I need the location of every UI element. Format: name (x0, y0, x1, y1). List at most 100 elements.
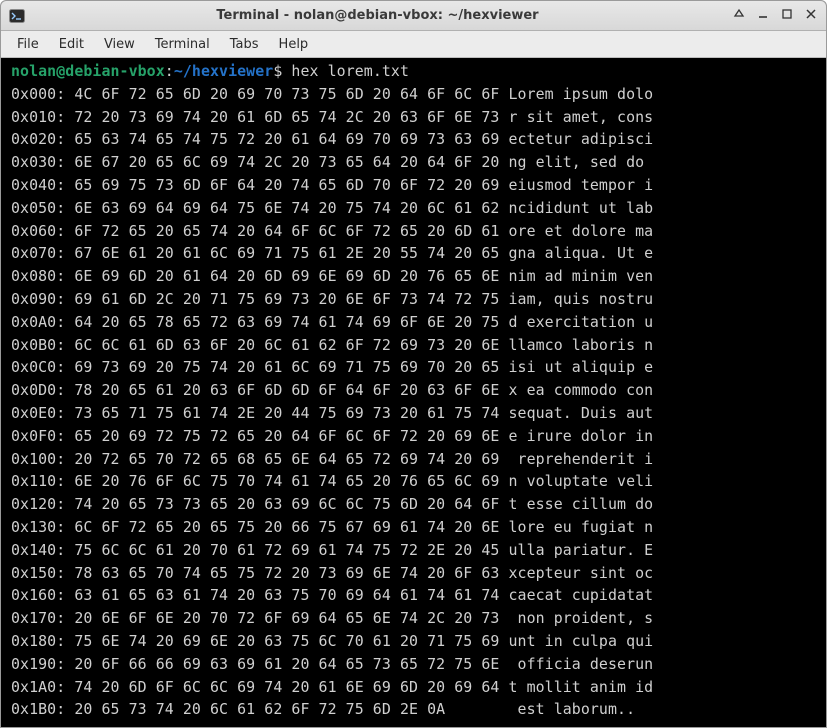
hex-ascii: d exercitation u (508, 311, 653, 334)
hexdump-row: 0x0D0: 78 20 65 61 20 63 6F 6D 6D 6F 64 … (11, 379, 818, 402)
hex-ascii: Lorem ipsum dolo (508, 83, 653, 106)
hexdump-row: 0x010: 72 20 73 69 74 20 61 6D 65 74 2C … (11, 106, 818, 129)
menu-view[interactable]: View (96, 35, 143, 54)
hex-bytes: 64 20 65 78 65 72 63 69 74 61 74 69 6F 6… (65, 311, 508, 334)
hex-bytes: 69 61 6D 2C 20 71 75 69 73 20 6E 6F 73 7… (65, 288, 508, 311)
hexdump-row: 0x120: 74 20 65 73 73 65 20 63 69 6C 6C … (11, 493, 818, 516)
hex-bytes: 6E 20 76 6F 6C 75 70 74 61 74 65 20 76 6… (65, 470, 508, 493)
maximize-icon[interactable] (780, 8, 794, 24)
hex-ascii: ncididunt ut lab (508, 197, 653, 220)
hex-ascii: non proident, s (508, 607, 653, 630)
hexdump-row: 0x1A0: 74 20 6D 6F 6C 6C 69 74 20 61 6E … (11, 676, 818, 699)
hex-offset: 0x110: (11, 470, 65, 493)
hex-ascii: x ea commodo con (508, 379, 653, 402)
hexdump-row: 0x0A0: 64 20 65 78 65 72 63 69 74 61 74 … (11, 311, 818, 334)
hex-ascii: caecat cupidatat (508, 584, 653, 607)
hex-bytes: 20 6F 66 66 69 63 69 61 20 64 65 73 65 7… (65, 653, 508, 676)
hex-bytes: 20 65 73 74 20 6C 61 62 6F 72 75 6D 2E 0… (65, 698, 508, 721)
hex-ascii: ulla pariatur. E (508, 539, 653, 562)
hex-bytes: 65 63 74 65 74 75 72 20 61 64 69 70 69 7… (65, 128, 508, 151)
hex-offset: 0x0B0: (11, 334, 65, 357)
hex-ascii: est laborum.. (508, 698, 635, 721)
hexdump-row: 0x020: 65 63 74 65 74 75 72 20 61 64 69 … (11, 128, 818, 151)
menu-file[interactable]: File (9, 35, 47, 54)
hex-bytes: 74 20 65 73 73 65 20 63 69 6C 6C 75 6D 2… (65, 493, 508, 516)
menu-edit[interactable]: Edit (51, 35, 92, 54)
hex-offset: 0x0D0: (11, 379, 65, 402)
hex-offset: 0x090: (11, 288, 65, 311)
menu-terminal[interactable]: Terminal (147, 35, 218, 54)
hex-ascii: nim ad minim ven (508, 265, 653, 288)
hexdump-row: 0x090: 69 61 6D 2C 20 71 75 69 73 20 6E … (11, 288, 818, 311)
hexdump-row: 0x000: 4C 6F 72 65 6D 20 69 70 73 75 6D … (11, 83, 818, 106)
prompt-command: hex lorem.txt (291, 62, 409, 80)
hex-ascii: gna aliqua. Ut e (508, 242, 653, 265)
hex-offset: 0x030: (11, 151, 65, 174)
menu-help[interactable]: Help (271, 35, 317, 54)
hex-ascii: r sit amet, cons (508, 106, 653, 129)
hex-offset: 0x170: (11, 607, 65, 630)
hex-offset: 0x140: (11, 539, 65, 562)
hex-bytes: 6E 69 6D 20 61 64 20 6D 69 6E 69 6D 20 7… (65, 265, 508, 288)
hex-bytes: 74 20 6D 6F 6C 6C 69 74 20 61 6E 69 6D 2… (65, 676, 508, 699)
hexdump-row: 0x080: 6E 69 6D 20 61 64 20 6D 69 6E 69 … (11, 265, 818, 288)
hex-bytes: 73 65 71 75 61 74 2E 20 44 75 69 73 20 6… (65, 402, 508, 425)
hex-ascii: eiusmod tempor i (508, 174, 653, 197)
hex-ascii: unt in culpa qui (508, 630, 653, 653)
hexdump-row: 0x150: 78 63 65 70 74 65 75 72 20 73 69 … (11, 562, 818, 585)
prompt-colon: : (165, 62, 174, 80)
hexdump-row: 0x060: 6F 72 65 20 65 74 20 64 6F 6C 6F … (11, 220, 818, 243)
hex-ascii: ng elit, sed do (508, 151, 653, 174)
hexdump-row: 0x0F0: 65 20 69 72 75 72 65 20 64 6F 6C … (11, 425, 818, 448)
hex-offset: 0x180: (11, 630, 65, 653)
hexdump-row: 0x0E0: 73 65 71 75 61 74 2E 20 44 75 69 … (11, 402, 818, 425)
hex-offset: 0x150: (11, 562, 65, 585)
hexdump-row: 0x130: 6C 6F 72 65 20 65 75 20 66 75 67 … (11, 516, 818, 539)
hex-bytes: 78 63 65 70 74 65 75 72 20 73 69 6E 74 2… (65, 562, 508, 585)
hex-ascii: sequat. Duis aut (508, 402, 653, 425)
hexdump-row: 0x160: 63 61 65 63 61 74 20 63 75 70 69 … (11, 584, 818, 607)
hex-offset: 0x1A0: (11, 676, 65, 699)
keep-above-icon[interactable] (732, 8, 746, 24)
prompt: nolan@debian-vbox:~/hexviewer$ hex lorem… (11, 62, 409, 80)
hex-offset: 0x100: (11, 448, 65, 471)
prompt-dollar: $ (273, 62, 282, 80)
hexdump-row: 0x100: 20 72 65 70 72 65 68 65 6E 64 65 … (11, 448, 818, 471)
hex-offset: 0x060: (11, 220, 65, 243)
hexdump-row: 0x0B0: 6C 6C 61 6D 63 6F 20 6C 61 62 6F … (11, 334, 818, 357)
hex-ascii: isi ut aliquip e (508, 356, 653, 379)
hexdump-row: 0x050: 6E 63 69 64 69 64 75 6E 74 20 75 … (11, 197, 818, 220)
hex-bytes: 6F 72 65 20 65 74 20 64 6F 6C 6F 72 65 2… (65, 220, 508, 243)
hex-bytes: 63 61 65 63 61 74 20 63 75 70 69 64 61 7… (65, 584, 508, 607)
hex-ascii: t mollit anim id (508, 676, 653, 699)
hexdump-row: 0x0C0: 69 73 69 20 75 74 20 61 6C 69 71 … (11, 356, 818, 379)
menu-tabs[interactable]: Tabs (222, 35, 267, 54)
terminal-content[interactable]: nolan@debian-vbox:~/hexviewer$ hex lorem… (1, 58, 826, 727)
titlebar[interactable]: Terminal - nolan@debian-vbox: ~/hexviewe… (1, 1, 826, 31)
menubar: File Edit View Terminal Tabs Help (1, 31, 826, 58)
hex-ascii: iam, quis nostru (508, 288, 653, 311)
prompt-host: debian-vbox (65, 62, 165, 80)
hex-ascii: llamco laboris n (508, 334, 653, 357)
hex-bytes: 65 69 75 73 6D 6F 64 20 74 65 6D 70 6F 7… (65, 174, 508, 197)
hex-offset: 0x120: (11, 493, 65, 516)
hex-ascii: officia deserun (508, 653, 653, 676)
hexdump-row: 0x190: 20 6F 66 66 69 63 69 61 20 64 65 … (11, 653, 818, 676)
hexdump-row: 0x030: 6E 67 20 65 6C 69 74 2C 20 73 65 … (11, 151, 818, 174)
hex-bytes: 65 20 69 72 75 72 65 20 64 6F 6C 6F 72 2… (65, 425, 508, 448)
hex-offset: 0x010: (11, 106, 65, 129)
hex-offset: 0x0A0: (11, 311, 65, 334)
hex-ascii: ore et dolore ma (508, 220, 653, 243)
hex-offset: 0x190: (11, 653, 65, 676)
hex-bytes: 6C 6C 61 6D 63 6F 20 6C 61 62 6F 72 69 7… (65, 334, 508, 357)
hex-bytes: 78 20 65 61 20 63 6F 6D 6D 6F 64 6F 20 6… (65, 379, 508, 402)
hex-bytes: 6E 67 20 65 6C 69 74 2C 20 73 65 64 20 6… (65, 151, 508, 174)
hex-ascii: n voluptate veli (508, 470, 653, 493)
window-title: Terminal - nolan@debian-vbox: ~/hexviewe… (31, 8, 724, 23)
hex-offset: 0x050: (11, 197, 65, 220)
hex-offset: 0x0E0: (11, 402, 65, 425)
hex-ascii: e irure dolor in (508, 425, 653, 448)
minimize-icon[interactable] (756, 8, 770, 24)
close-icon[interactable] (804, 8, 818, 24)
hex-ascii: xcepteur sint oc (508, 562, 653, 585)
